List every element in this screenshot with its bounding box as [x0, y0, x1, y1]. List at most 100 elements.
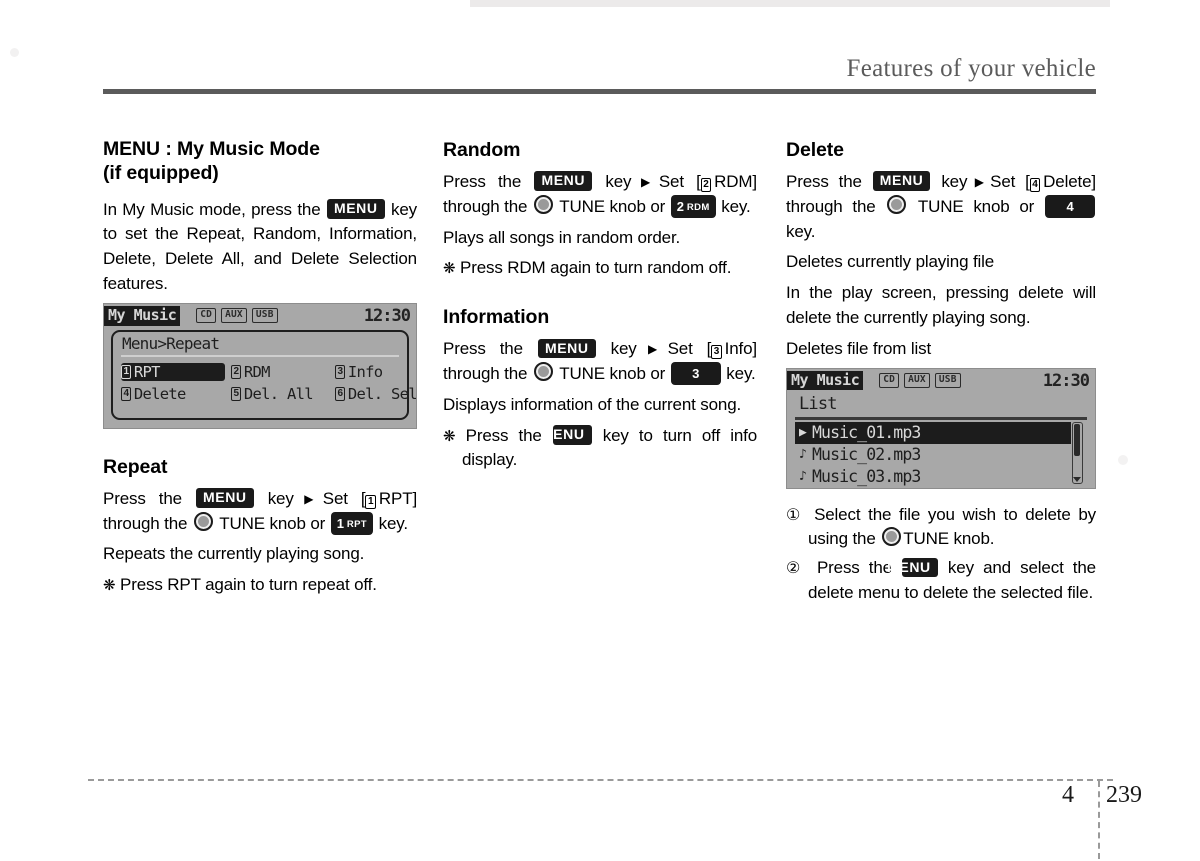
number-key-badge-3[interactable]: 3 [670, 361, 721, 386]
number-key-label: RDM [686, 201, 710, 213]
number-key-label: RPT [346, 518, 368, 530]
circled-number-1: 1 [365, 494, 376, 509]
list-item[interactable]: ♪ Music_02.mp3 [795, 444, 1087, 466]
delete-sub1: Deletes currently playing file [786, 252, 995, 272]
footer-rule [88, 779, 1113, 781]
circled-number-3: 3 [711, 345, 722, 360]
lcd-menu-item-del-sel[interactable]: 6 Del. Sel [335, 384, 417, 403]
press-the-text: Press the [103, 488, 182, 508]
header-title: Features of your vehicle [846, 55, 1096, 82]
arrow-icon: ▶ [295, 491, 322, 506]
set-open-text: Set [ [990, 171, 1030, 191]
lcd-menu-item-info[interactable]: 3 Info [335, 362, 416, 381]
section-title-menu-my-music: MENU : My Music Mode (if equipped) [103, 138, 417, 186]
intro-paragraph: In My Music mode, press the MENU key to … [103, 198, 417, 297]
scan-artifact-top [470, 0, 1110, 7]
step-2-part1: Press the [816, 558, 892, 578]
tune-knob-icon [887, 194, 907, 214]
lcd-item-number: 4 [121, 386, 131, 401]
menu-key-badge[interactable]: MENU [196, 488, 254, 508]
music-note-icon: ♪ [799, 446, 807, 462]
star-icon: ❋ [103, 577, 116, 595]
lcd-list-topbar: My Music CD AUX USB 12:30 [787, 369, 1095, 393]
lcd-menu-item-rpt[interactable]: 1 RPT [121, 362, 225, 381]
delete-instruction: Press the MENU key ▶Set [4 Delete] through… [786, 170, 1096, 244]
lcd-item-label: RDM [243, 362, 271, 381]
lcd-menu-item-del-all[interactable]: 5 Del. All [231, 385, 335, 403]
arrow-icon: ▶ [633, 174, 658, 189]
source-icon-aux: AUX [904, 373, 930, 389]
tune-knob-icon [533, 194, 553, 214]
list-item-label: Music_02.mp3 [812, 444, 921, 464]
number-key-badge-1-rpt[interactable]: 1 RPT [330, 511, 374, 535]
list-item[interactable]: ♪ Music_03.mp3 [795, 466, 1087, 488]
press-the-text: Press the [443, 339, 523, 359]
scroll-down-arrow-icon[interactable] [1073, 476, 1081, 482]
list-item[interactable]: ▶ Music_01.mp3 [795, 421, 1071, 444]
delete-step-1: ① Select the file you wish to delete by … [786, 503, 1096, 553]
through-the-text: through the [103, 513, 188, 533]
number-key-badge-2-rdm[interactable]: 2 RDM [670, 194, 716, 219]
source-icon-usb: USB [934, 373, 961, 389]
tune-knob-icon [533, 361, 553, 381]
lcd-divider [795, 416, 1087, 420]
menu-key-badge[interactable]: MENU [534, 171, 593, 191]
lcd-menu-item-delete[interactable]: 4 Delete [121, 385, 231, 403]
random-instruction: Press the MENU key ▶Set [2 RDM] through th… [443, 170, 757, 220]
section-title-random: Random [443, 139, 521, 161]
lcd-menu-grid: 1 RPT 2 RDM 3 Info 4 Delete 5 Del. All 6 Del. … [113, 357, 416, 403]
scan-artifact-right [1118, 455, 1128, 465]
random-description: Plays all songs in random order. [443, 227, 681, 247]
lcd-clock: 12:30 [363, 305, 411, 326]
information-description: Displays information of the current song… [443, 394, 742, 414]
menu-key-badge[interactable]: MENU [872, 171, 931, 191]
set-label-text: RPT] [378, 488, 418, 508]
list-item-label: Music_01.mp3 [812, 422, 921, 442]
menu-key-badge[interactable]: MENU [541, 425, 592, 445]
key-word-text: key. [721, 196, 751, 216]
source-icon-cd: CD [196, 308, 217, 324]
lcd-item-label: Info [347, 362, 383, 381]
lcd-item-number: 1 [121, 364, 131, 379]
section-title-line1: MENU : My Music Mode [103, 138, 320, 160]
lcd-item-number: 2 [231, 364, 241, 379]
tune-knob-text: TUNE knob or [559, 363, 666, 383]
lcd-item-label: RPT [133, 362, 161, 381]
tune-knob-icon [193, 511, 213, 531]
scrollbar[interactable] [1072, 421, 1083, 484]
lcd-menu-item-rdm[interactable]: 2 RDM [231, 363, 335, 381]
column-right: Delete Press the MENU key ▶Set [4 Delete] … [786, 138, 1096, 610]
delete-sub1-detail: In the play screen, pressing delete will… [786, 283, 1096, 328]
repeat-note: ❋ Press RPT again to turn repeat off. [103, 573, 417, 598]
menu-key-badge[interactable]: MENU [887, 557, 938, 578]
step-number: ② [786, 560, 805, 578]
scrollbar-thumb[interactable] [1074, 423, 1080, 456]
lcd-menu-frame: Menu>Repeat 1 RPT 2 RDM 3 Info 4 Delete 5 Del… [111, 329, 416, 420]
section-title-repeat: Repeat [103, 455, 168, 478]
star-icon: ❋ [443, 260, 456, 278]
delete-sub2: Deletes file from list [786, 338, 932, 358]
key-text: key [941, 171, 968, 191]
menu-key-badge[interactable]: MENU [326, 199, 385, 219]
set-label-text: Delete] [1043, 171, 1096, 191]
press-the-text: Press the [443, 171, 522, 191]
running-header: Features of your vehicle [103, 55, 1096, 94]
lcd-file-rows: ▶ Music_01.mp3 ♪ Music_02.mp3 ♪ Music_03.mp… [787, 421, 1095, 488]
menu-key-badge[interactable]: MENU [537, 338, 596, 359]
lcd-menu-screen: My Music CD AUX USB 12:30 Menu>Repeat 1R… [103, 302, 417, 429]
delete-step-2: ② Press the MENU key and select the dele… [786, 556, 1096, 606]
lcd-item-number: 6 [335, 386, 345, 401]
lcd-item-label: Del. Sel [347, 384, 417, 403]
set-open-text: Set [ [658, 171, 701, 191]
lcd-menu-topbar: My Music CD AUX USB 12:30 [104, 304, 416, 328]
information-note: ❋ Press the MENU key to turn off info di… [443, 424, 757, 474]
lcd-item-number: 3 [335, 364, 345, 379]
tune-knob-text: TUNE knob or [559, 196, 666, 216]
source-icon-aux: AUX [221, 308, 247, 324]
number-key-digit: 1 [336, 515, 344, 531]
arrow-icon: ▶ [638, 342, 667, 357]
number-key-badge-4[interactable]: 4 [1045, 194, 1095, 219]
scan-artifact-left [10, 48, 19, 57]
lcd-mode-label: My Music [104, 306, 181, 326]
lcd-mode-label: My Music [787, 370, 864, 391]
